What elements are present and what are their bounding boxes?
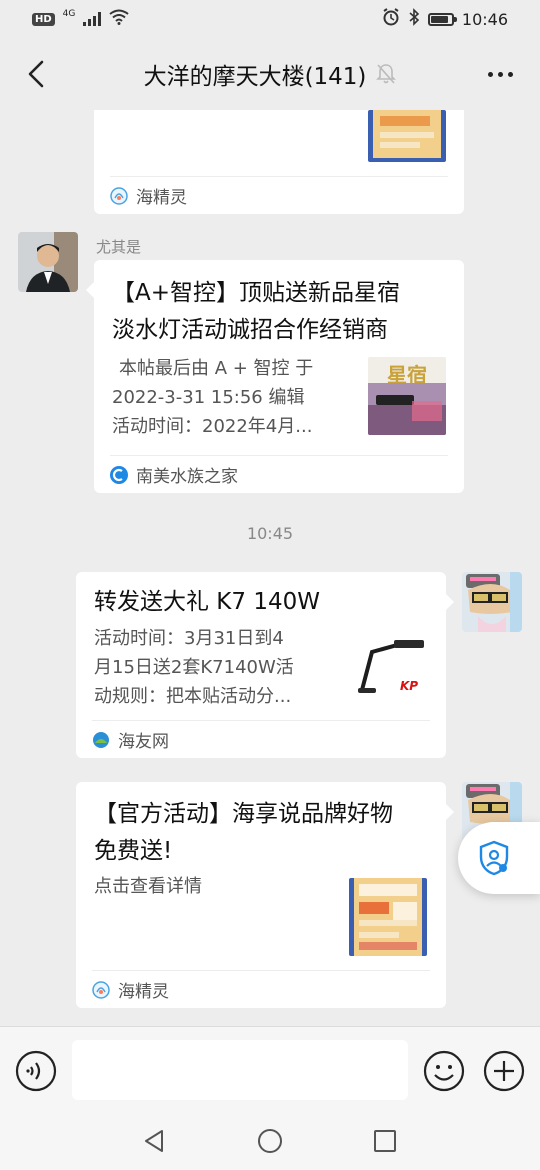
- wifi-icon: [109, 9, 129, 29]
- avatar[interactable]: [18, 232, 78, 292]
- shared-link-card[interactable]: 【A+智控】顶贴送新品星宿 淡水灯活动诚招合作经销商 本帖最后由 A + 智控 …: [86, 260, 464, 493]
- circle-home-icon: [258, 1129, 282, 1153]
- card-thumbnail: 星宿: [368, 357, 446, 435]
- system-navigation: [0, 1114, 540, 1170]
- message-input[interactable]: [72, 1040, 408, 1100]
- message-input-bar: [0, 1026, 540, 1114]
- system-recents-button[interactable]: [370, 1126, 400, 1156]
- system-home-button[interactable]: [255, 1126, 285, 1156]
- source-name: 海精灵: [118, 982, 169, 1002]
- card-thumbnail: [368, 110, 446, 162]
- alarm-icon: [382, 8, 400, 30]
- card-title: 转发送大礼 K7 140W: [94, 589, 320, 615]
- avatar[interactable]: [462, 572, 522, 632]
- signal-icon: [83, 12, 102, 26]
- svg-text:KP: KP: [400, 679, 418, 693]
- hd-indicator: HD: [32, 12, 55, 26]
- emoji-button[interactable]: [423, 1050, 465, 1092]
- back-button[interactable]: [18, 56, 54, 92]
- bluetooth-icon: [408, 8, 420, 30]
- source-name: 海精灵: [136, 188, 187, 208]
- card-source: 海精灵: [92, 970, 430, 1008]
- shield-user-icon: [479, 840, 509, 876]
- smiley-icon: [423, 1050, 465, 1092]
- source-name: 南美水族之家: [136, 467, 238, 487]
- haijingling-icon: [92, 980, 110, 999]
- shared-link-card[interactable]: 转发送大礼 K7 140W 活动时间：3月31日到4 月15日送2套K7140W…: [76, 572, 454, 758]
- page-title: 大洋的摩天大楼(141): [143, 64, 367, 90]
- card-description: 点击查看详情: [94, 876, 202, 897]
- card-description: 本帖最后由 A + 智控 于 2022-3-31 15:56 编辑 活动时间：2…: [112, 358, 314, 437]
- triangle-back-icon: [145, 1130, 163, 1152]
- source-name: 海友网: [118, 732, 169, 752]
- shared-link-card[interactable]: 海精灵: [94, 110, 464, 214]
- card-source: 南美水族之家: [110, 455, 448, 493]
- chevron-left-icon: [28, 60, 44, 88]
- more-actions-button[interactable]: [483, 1050, 525, 1092]
- card-source: 海友网: [92, 720, 430, 758]
- system-back-button[interactable]: [140, 1126, 170, 1156]
- floating-shield-button[interactable]: [458, 822, 540, 894]
- shared-link-card[interactable]: 【官方活动】海享说品牌好物 免费送! 点击查看详情 海精灵: [76, 782, 454, 1008]
- message-list[interactable]: 海精灵 尤其是 【A+智控】顶贴送新品星宿 淡水灯活动诚招合作经销商 本帖最后由…: [0, 110, 540, 1026]
- voice-icon: [15, 1050, 57, 1092]
- card-source: 海精灵: [110, 176, 448, 214]
- more-options-button[interactable]: [482, 60, 518, 88]
- haiyouwang-icon: [93, 731, 109, 748]
- card-title: 【官方活动】海享说品牌好物 免费送!: [94, 801, 393, 864]
- chat-header: 大洋的摩天大楼(141): [0, 38, 540, 110]
- card-thumbnail: [349, 878, 427, 956]
- plus-icon: [483, 1050, 525, 1092]
- card-description: 活动时间：3月31日到4 月15日送2套K7140W活 动规则：把本贴活动分..…: [94, 628, 294, 707]
- square-recents-icon: [374, 1130, 396, 1152]
- card-title: 【A+智控】顶贴送新品星宿 淡水灯活动诚招合作经销商: [112, 280, 401, 343]
- sender-name: 尤其是: [96, 238, 142, 256]
- status-bar: HD 4G 10:46: [0, 0, 540, 38]
- clock: 10:46: [461, 9, 508, 29]
- more-dots-icon: [487, 71, 493, 77]
- nanmei-icon: [110, 465, 128, 484]
- haijingling-icon: [110, 186, 128, 205]
- card-thumbnail: KP: [350, 628, 428, 706]
- voice-button[interactable]: [15, 1050, 57, 1092]
- message-timestamp: 10:45: [246, 524, 294, 543]
- battery-icon: [427, 12, 457, 26]
- network-type: 4G: [62, 9, 76, 19]
- muted-bell-icon: [376, 64, 397, 84]
